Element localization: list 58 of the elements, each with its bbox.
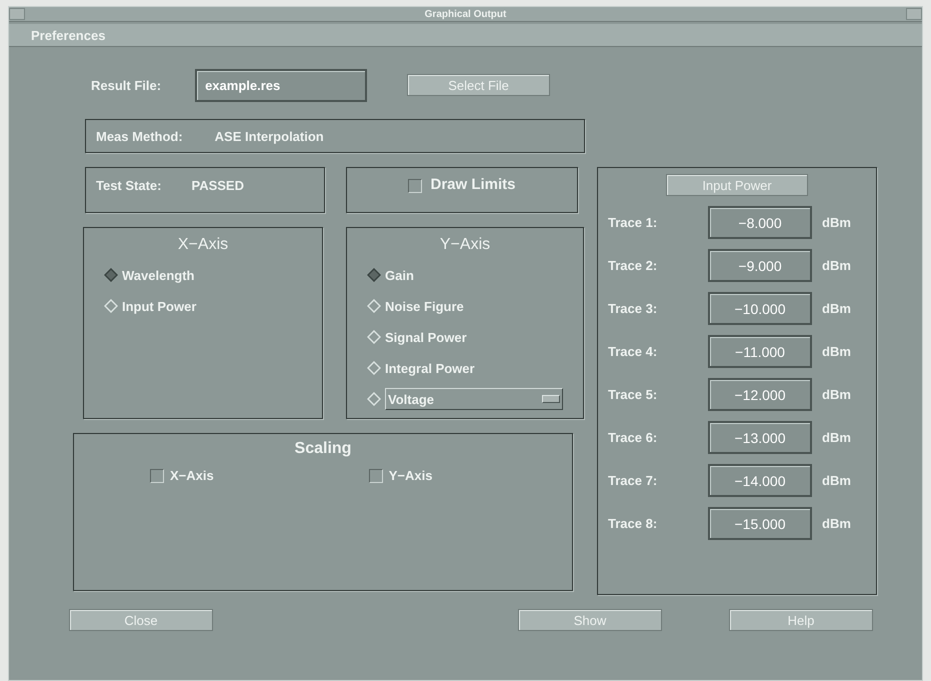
checkbox[interactable] bbox=[150, 468, 164, 482]
dropdown[interactable]: Voltage bbox=[385, 388, 563, 410]
maximize-button[interactable] bbox=[906, 8, 922, 20]
trace-label: Trace 3: bbox=[608, 301, 658, 316]
field-label: Test State: bbox=[96, 178, 162, 193]
trace-label: Trace 7: bbox=[608, 473, 658, 488]
input-field[interactable]: −13.000 bbox=[708, 421, 812, 454]
radio-label: Gain bbox=[385, 268, 414, 282]
checkbox-label: Y−Axis bbox=[388, 468, 432, 483]
dropdown-indicator-icon bbox=[542, 395, 560, 403]
window-title: Graphical Output bbox=[424, 8, 508, 20]
field-value: ASE Interpolation bbox=[214, 128, 324, 144]
radio-label: Input Power bbox=[122, 298, 196, 314]
unit-label: dBm bbox=[822, 387, 852, 402]
checkbox-label: Draw Limits bbox=[430, 176, 516, 193]
unit-label: dBm bbox=[822, 258, 852, 273]
input-field[interactable]: example.res bbox=[195, 68, 368, 102]
unit-label: dBm bbox=[822, 301, 852, 316]
unit-label: dBm bbox=[822, 215, 852, 230]
group-title: Y−Axis bbox=[440, 236, 490, 254]
radio-label: Wavelength bbox=[122, 268, 194, 282]
unit-label: dBm bbox=[822, 516, 852, 531]
field-label: Meas Method: bbox=[96, 128, 183, 144]
field-value: PASSED bbox=[192, 178, 244, 193]
trace-label: Trace 8: bbox=[608, 516, 658, 531]
radio-label: Integral Power bbox=[385, 360, 475, 376]
window-menu-button[interactable] bbox=[9, 8, 25, 20]
unit-label: dBm bbox=[822, 473, 852, 488]
dialog-button[interactable]: Help bbox=[729, 609, 873, 631]
input-power-button[interactable]: Input Power bbox=[666, 174, 808, 196]
input-field[interactable]: −9.000 bbox=[708, 249, 812, 282]
input-field[interactable]: −10.000 bbox=[708, 292, 812, 325]
radio-button[interactable] bbox=[367, 268, 381, 282]
select-file-button[interactable]: Select File bbox=[407, 74, 550, 96]
trace-label: Trace 4: bbox=[608, 344, 658, 359]
dialog-button[interactable]: Close bbox=[69, 609, 213, 631]
menu-item[interactable]: Preferences bbox=[31, 28, 106, 42]
radio-label: Signal Power bbox=[385, 330, 467, 344]
group-title: Scaling bbox=[294, 440, 352, 458]
input-field[interactable]: −8.000 bbox=[708, 206, 812, 239]
checkbox[interactable] bbox=[408, 179, 422, 193]
checkbox[interactable] bbox=[368, 468, 383, 482]
radio-label: Noise Figure bbox=[385, 298, 464, 314]
trace-label: Trace 5: bbox=[608, 387, 658, 402]
input-field[interactable]: −11.000 bbox=[708, 335, 812, 368]
checkbox-label: X−Axis bbox=[170, 468, 214, 483]
trace-label: Trace 6: bbox=[608, 430, 658, 445]
input-field[interactable]: −14.000 bbox=[708, 464, 812, 497]
dialog-button[interactable]: Show bbox=[518, 609, 662, 631]
unit-label: dBm bbox=[822, 430, 852, 445]
unit-label: dBm bbox=[822, 344, 852, 359]
input-field[interactable]: −15.000 bbox=[708, 507, 812, 540]
input-field[interactable]: −12.000 bbox=[708, 378, 812, 411]
radio-button[interactable] bbox=[104, 268, 118, 282]
trace-label: Trace 2: bbox=[608, 258, 658, 273]
trace-label: Trace 1: bbox=[608, 215, 658, 230]
field-label: Result File: bbox=[91, 78, 162, 92]
group-title: X−Axis bbox=[178, 236, 228, 254]
